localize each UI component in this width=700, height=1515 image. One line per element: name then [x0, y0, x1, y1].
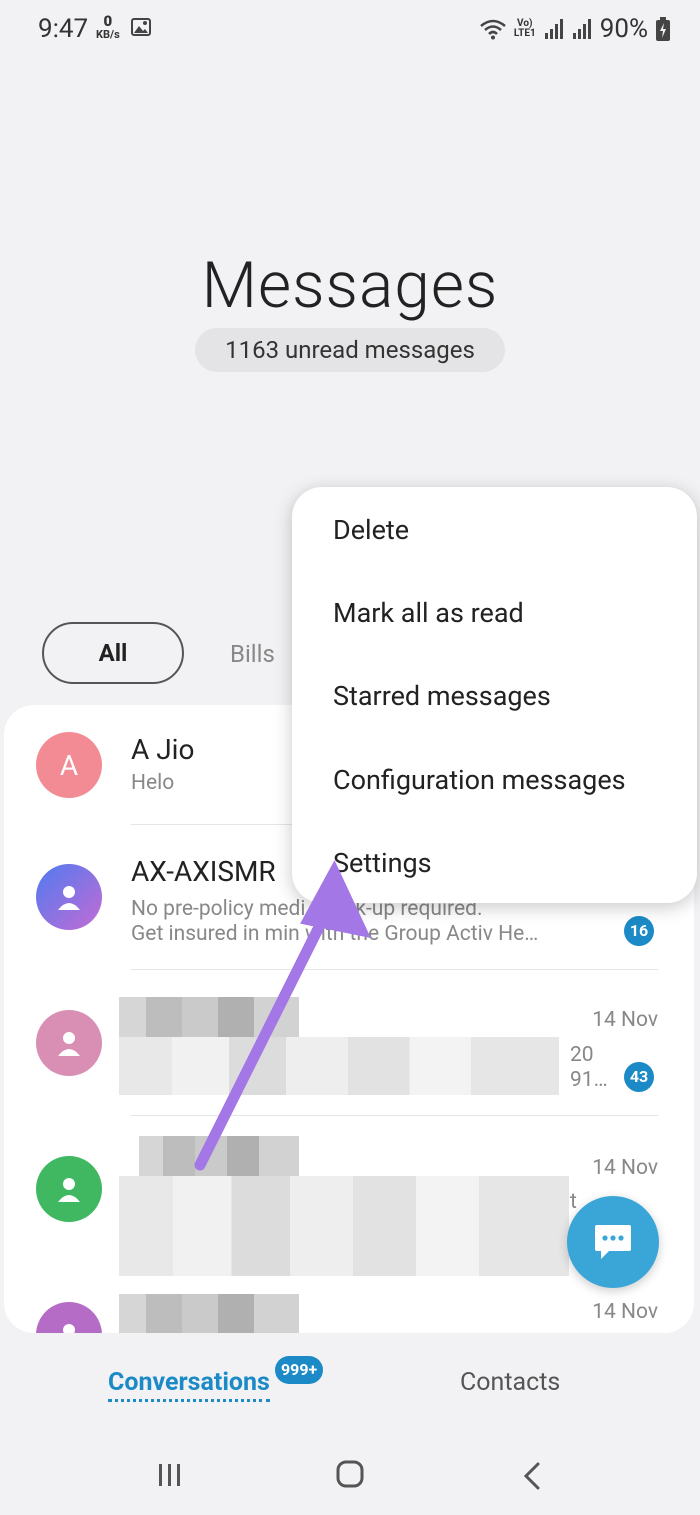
preview-fragment: 91…: [570, 1068, 608, 1092]
avatar: [36, 1010, 102, 1076]
unread-count-pill: 1163 unread messages: [195, 328, 505, 372]
tab-contacts[interactable]: Contacts: [460, 1368, 560, 1397]
wifi-icon: [480, 19, 506, 40]
avatar: [36, 864, 102, 930]
status-time: 9:47: [38, 14, 89, 44]
menu-item-mark-all-read[interactable]: Mark all as read: [333, 597, 524, 629]
conversations-badge: 999+: [275, 1356, 324, 1384]
filter-all-chip[interactable]: All: [42, 622, 184, 684]
avatar: [36, 1302, 102, 1333]
person-icon: [58, 886, 80, 910]
conversation-date: 14 Nov: [592, 1300, 658, 1324]
chat-bubble-icon: [595, 1225, 631, 1259]
conversation-preview-line2: Get insured in min with the Group Activ …: [131, 922, 539, 946]
home-icon[interactable]: [336, 1460, 364, 1488]
menu-item-starred[interactable]: Starred messages: [333, 680, 551, 712]
person-icon: [63, 1324, 75, 1333]
conversation-preview: Helo: [131, 771, 175, 795]
person-icon: [58, 1178, 80, 1202]
compose-button[interactable]: [567, 1196, 659, 1288]
signal-icon: [544, 19, 563, 39]
back-icon[interactable]: [520, 1462, 544, 1490]
menu-item-configuration[interactable]: Configuration messages: [333, 764, 626, 796]
conversation-row[interactable]: 14 Nov 20 91… 43: [4, 970, 694, 1115]
menu-item-delete[interactable]: Delete: [333, 514, 409, 546]
recents-icon[interactable]: [157, 1462, 183, 1488]
page-title: Messages: [201, 248, 499, 323]
avatar: A: [36, 732, 102, 798]
person-icon: [58, 1032, 80, 1056]
status-bar: 9:47 0 KB/s Vo) LTE1 90%: [0, 0, 700, 62]
redacted-preview: [119, 1037, 559, 1095]
navigation-bar: [0, 1440, 700, 1515]
filter-bills-chip[interactable]: Bills: [230, 640, 275, 668]
avatar: [36, 1156, 102, 1222]
conversation-date: 14 Nov: [592, 1008, 658, 1032]
volte-indicator: Vo) LTE1: [513, 18, 536, 39]
unread-badge: 16: [624, 916, 654, 946]
redacted-preview: [119, 1176, 569, 1276]
preview-fragment: t: [570, 1190, 577, 1214]
conversation-name: A Jio: [131, 733, 195, 766]
preview-fragment: 20: [570, 1043, 594, 1067]
signal-icon-2: [572, 19, 591, 39]
conversation-date: 14 Nov: [592, 1156, 658, 1180]
redacted-name: [119, 1294, 299, 1333]
image-notification-icon: [131, 18, 151, 36]
redacted-name: [139, 1136, 299, 1176]
net-speed: 0 KB/s: [96, 12, 120, 41]
redacted-name: [119, 997, 299, 1037]
battery-charging-icon: [656, 17, 670, 41]
menu-item-settings[interactable]: Settings: [333, 847, 432, 879]
battery-percent: 90%: [599, 14, 648, 44]
tab-conversations[interactable]: Conversations: [108, 1368, 270, 1402]
unread-badge: 43: [624, 1062, 654, 1092]
conversation-name: AX-AXISMR: [131, 855, 276, 888]
overflow-menu: Delete Mark all as read Starred messages…: [292, 487, 697, 903]
